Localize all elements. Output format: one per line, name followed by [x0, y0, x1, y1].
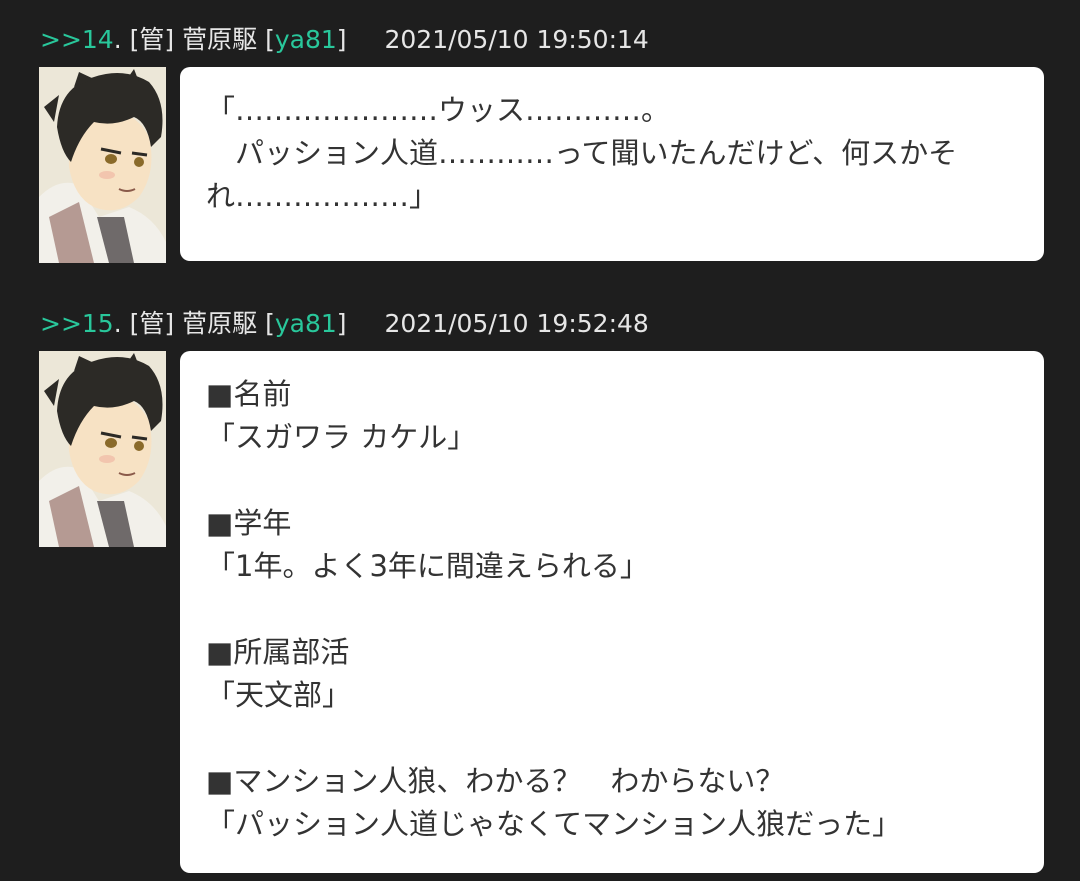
- poster-id-open: [: [265, 309, 275, 338]
- message-bubble: ■名前 「スガワラ カケル」 ■学年 「1年。よく3年に間違えられる」 ■所属部…: [180, 351, 1044, 873]
- post-date: 2021/05/10 19:50:14: [384, 25, 649, 54]
- message-line: ■マンション人狼、わかる？ わからない？: [206, 764, 785, 798]
- poster-id-close: ]: [336, 25, 347, 54]
- message-line: ■名前: [206, 377, 292, 411]
- message-line: [206, 588, 1016, 631]
- poster-id: ya81: [274, 309, 337, 338]
- post-header: >>15. [管] 菅原駆 [ya81] 2021/05/10 19:52:48: [40, 306, 649, 342]
- message-line: 「…………………ウッス…………。: [206, 93, 671, 127]
- post-number-separator: .: [113, 25, 122, 54]
- poster-id-close: ]: [336, 309, 347, 338]
- message-bubble: 「…………………ウッス…………。 パッション人道…………って聞いたんだけど、何ス…: [180, 67, 1044, 261]
- poster-name: 菅原駆: [182, 25, 258, 54]
- poster-name: 菅原駆: [182, 309, 258, 338]
- message-line: れ………………」: [206, 179, 439, 213]
- post-date: 2021/05/10 19:52:48: [384, 309, 649, 338]
- message-line: 「パッション人道じゃなくてマンション人狼だった」: [206, 807, 902, 841]
- message-line: パッション人道…………って聞いたんだけど、何スかそ: [206, 136, 958, 170]
- post-anchor-link[interactable]: >>14: [40, 25, 114, 54]
- character-portrait-icon: [39, 351, 166, 547]
- message-line: 「1年。よく3年に間違えられる」: [206, 549, 649, 583]
- poster-tag: [管]: [129, 309, 175, 338]
- message-line: [206, 717, 1016, 760]
- avatar: [39, 67, 166, 263]
- poster-id: ya81: [274, 25, 337, 54]
- message-line: 「スガワラ カケル」: [206, 420, 477, 454]
- message-line: 「天文部」: [206, 678, 352, 712]
- message-line: ■所属部活: [206, 635, 350, 669]
- avatar: [39, 351, 166, 547]
- post-header: >>14. [管] 菅原駆 [ya81] 2021/05/10 19:50:14: [40, 22, 649, 58]
- poster-id-open: [: [265, 25, 275, 54]
- character-portrait-icon: [39, 67, 166, 263]
- message-line: [206, 459, 1016, 502]
- message-line: ■学年: [206, 506, 292, 540]
- poster-tag: [管]: [129, 25, 175, 54]
- post-number-separator: .: [113, 309, 122, 338]
- post-anchor-link[interactable]: >>15: [40, 309, 114, 338]
